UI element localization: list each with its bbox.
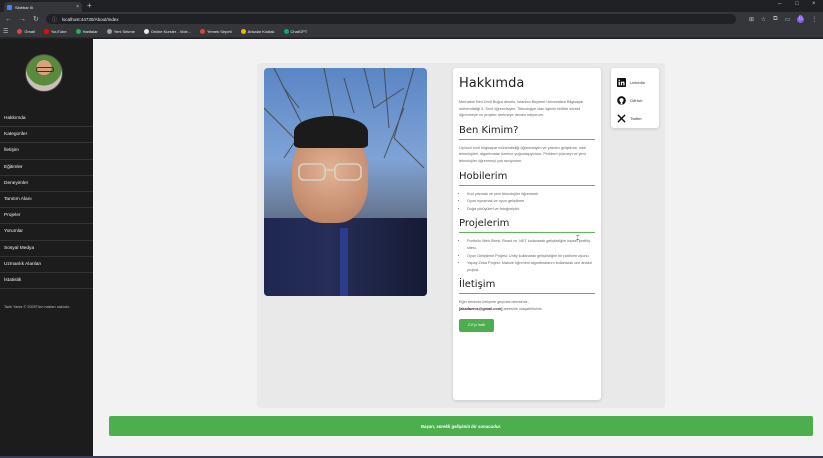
browser-menu-icon[interactable]: ⋮: [811, 16, 817, 23]
bookmark-item[interactable]: Yemek Sepeti: [200, 29, 232, 34]
motto-banner: Başarı, sürekli gelişimin bir sonucudur.: [109, 416, 813, 436]
social-link-linkedin[interactable]: LinkedIn: [617, 73, 653, 91]
globe-icon: [106, 29, 112, 34]
list-item: Oyun oynamak ve oyun geliştirme: [467, 198, 595, 205]
web-page: Hakkımda Kategoriler İletişim Eğitimler …: [0, 39, 823, 456]
hobbies-heading: Hobilerim: [459, 171, 595, 186]
youtube-icon: [43, 29, 49, 34]
gmail-icon: [17, 29, 23, 34]
tab-close-icon[interactable]: ×: [76, 4, 79, 10]
sidebar-item-hakkimda[interactable]: Hakkımda: [0, 111, 93, 128]
mouse-cursor-icon: ⌶: [576, 236, 580, 242]
maximize-icon[interactable]: □: [795, 1, 799, 7]
projects-heading: Projelerim: [459, 218, 595, 234]
social-label: LinkedIn: [630, 79, 646, 85]
contact-heading: İletişim: [459, 279, 595, 295]
linkedin-icon: [617, 77, 626, 87]
globe-icon: [240, 29, 246, 34]
extensions-icon[interactable]: ⧉: [773, 16, 777, 23]
hair-shape: [294, 116, 368, 148]
download-cv-button[interactable]: CV'yi İndir: [459, 318, 494, 332]
profile-avatar[interactable]: B: [797, 15, 805, 23]
reload-icon[interactable]: ↻: [33, 16, 39, 23]
profile-large-photo: [264, 68, 427, 296]
contact-text-before: Eğer benimle iletişime geçmek isterseniz…: [459, 300, 529, 305]
forward-icon[interactable]: →: [19, 16, 26, 23]
sidebar-item-iletisim[interactable]: İletişim: [0, 143, 93, 160]
bookmark-item[interactable]: ChatGPT: [283, 29, 307, 34]
minimize-icon[interactable]: –: [778, 1, 781, 7]
tab-favicon-icon: [7, 4, 12, 10]
contact-text: Eğer benimle iletişime geçmek isterseniz…: [459, 299, 595, 312]
sidebar-footer: Tarik Yadız © 2025Tüm hakları saklıdır.: [4, 305, 70, 309]
translate-icon[interactable]: ⊞: [749, 16, 754, 23]
tab-title: Sidebar III: [15, 4, 34, 10]
url-field[interactable]: ⓘ localhost:44730/About/Index: [45, 14, 736, 24]
sidebar-item-sosyal-medya[interactable]: Sosyal Medya: [0, 241, 93, 257]
new-tab-icon[interactable]: +: [87, 1, 92, 10]
x-twitter-icon: [617, 113, 626, 123]
social-link-github[interactable]: GitHub: [617, 91, 653, 109]
list-item: Doğa yürüyüleri ve fotoğrafçılık: [467, 206, 595, 213]
list-item: Kod yazmak ve yeni teknolojiler öğrenmek: [467, 191, 595, 198]
list-item: Oyun Geliştirme Projesi: Unity kullanara…: [467, 253, 595, 260]
browser-tabbar: Sidebar III × + – □ ×: [0, 0, 823, 12]
bookmark-item[interactable]: Online Kursler - Vide...: [143, 29, 191, 34]
apps-icon[interactable]: ☰: [3, 29, 8, 35]
social-label: Twitter: [630, 115, 642, 121]
contact-email-link[interactable]: [akadaenis@gmail.com]: [459, 307, 502, 311]
url-text: localhost:44730/About/Index: [61, 16, 119, 22]
github-icon: [617, 95, 626, 105]
bookmark-item[interactable]: YouTube: [43, 29, 67, 34]
lanyard-shape: [340, 228, 348, 296]
contact-text-after: adresine ulaşabilirsiniz.: [503, 306, 543, 311]
sidebar-item-projeler[interactable]: Projeler: [0, 208, 93, 225]
bookmark-item[interactable]: Gmail: [17, 29, 35, 34]
about-card: Hakkımda Merhaba! Ben Ümit Buğra deselo,…: [453, 68, 601, 400]
about-intro: Merhaba! Ben Ümit Buğra deselo, İstanbul…: [459, 100, 584, 118]
sidebar: Hakkımda Kategoriler İletişim Eğitimler …: [0, 39, 93, 456]
bookmark-star-icon[interactable]: ☆: [761, 16, 766, 23]
projects-list: Portfolio Web Sitesi: React ve .NET kull…: [459, 238, 595, 273]
glasses-shape: [298, 163, 362, 181]
sidebar-item-istatistik[interactable]: İstatistik: [0, 273, 93, 290]
bookmark-item[interactable]: Ankalar Kodlak: [240, 29, 275, 34]
sidebar-item-tanitim-alani[interactable]: Tanıtım Alanı: [0, 192, 93, 209]
bookmark-item[interactable]: Yeni Sekme: [106, 29, 135, 34]
sidebar-menu: Hakkımda Kategoriler İletişim Eğitimler …: [0, 111, 93, 290]
browser-tab[interactable]: Sidebar III ×: [4, 2, 82, 12]
sidebar-item-uzmanlik-alanlari[interactable]: Uzmanlık Alanları: [0, 257, 93, 273]
list-item: Yapay Zeka Projesi: Makine öğrenimi algo…: [467, 260, 595, 273]
globe-icon: [143, 29, 149, 34]
social-link-twitter[interactable]: Twitter: [617, 109, 653, 127]
who-heading: Ben Kimim?: [459, 125, 595, 140]
about-title: Hakkımda: [459, 76, 525, 91]
food-icon: [200, 29, 206, 34]
bookmark-item[interactable]: Haritalar: [75, 29, 98, 34]
glasses-shape: [36, 67, 54, 72]
maps-icon: [75, 29, 81, 34]
bookmarks-bar: ☰ Gmail YouTube Haritalar Yeni Sekme Onl…: [0, 26, 823, 38]
social-card: LinkedIn GitHub Twitter: [611, 68, 659, 128]
hobbies-list: Kod yazmak ve yeni teknolojiler öğrenmek…: [459, 191, 595, 213]
address-bar-row: ← → ↻ ⓘ localhost:44730/About/Index ⊞ ☆ …: [0, 12, 823, 26]
back-icon[interactable]: ←: [5, 16, 12, 23]
sidebar-item-yorumlar[interactable]: Yorumlar: [0, 224, 93, 241]
sidepanel-icon[interactable]: ▭: [785, 16, 791, 23]
who-text: Üçüncü sınıf bilgisayar mühendisliği öğr…: [459, 145, 587, 163]
site-info-icon[interactable]: ⓘ: [52, 16, 57, 23]
window-close-icon[interactable]: ×: [812, 1, 816, 7]
social-label: GitHub: [630, 97, 643, 103]
sidebar-item-deneyimler[interactable]: Deneyimler: [0, 176, 93, 192]
profile-photo: [25, 54, 63, 92]
sidebar-item-egitimler[interactable]: Eğitimler: [0, 160, 93, 176]
chatgpt-icon: [283, 29, 289, 34]
sidebar-item-kategoriler[interactable]: Kategoriler: [0, 127, 93, 144]
